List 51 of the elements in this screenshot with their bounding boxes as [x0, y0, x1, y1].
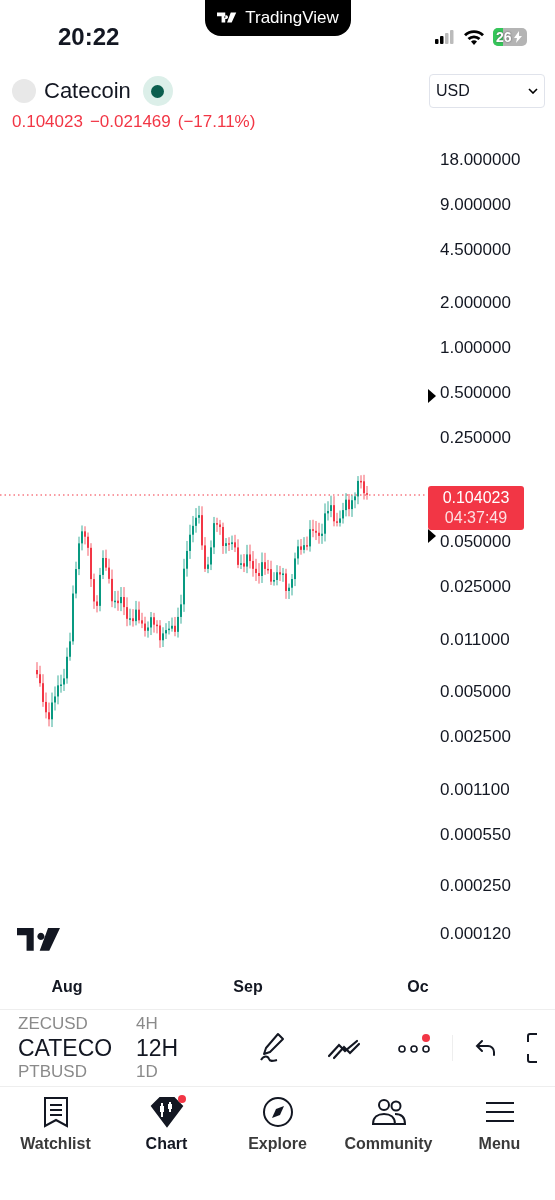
axis-label: 0.025000 — [440, 576, 511, 599]
axis-label: 0.050000 — [440, 531, 511, 554]
more-icon[interactable] — [398, 1042, 430, 1054]
undo-icon[interactable] — [475, 1039, 497, 1057]
axis-label: 0.000250 — [440, 875, 511, 898]
symbol-option[interactable]: CATECO — [18, 1035, 136, 1061]
triangle-icon — [428, 389, 436, 403]
axis-label: 2.000000 — [440, 291, 511, 314]
symbol-name: Catecoin — [44, 78, 131, 104]
axis-label: 0.002500 — [440, 725, 511, 748]
menu-icon — [484, 1100, 515, 1124]
axis-label: 0.011000 — [440, 629, 510, 652]
axis-label: 0.500000 — [440, 381, 511, 404]
bolt-icon — [513, 31, 522, 43]
candlestick-icon — [149, 1096, 184, 1128]
bookmark-list-icon — [41, 1096, 70, 1128]
price-text: 0.104023 — [12, 112, 83, 132]
axis-label: Aug — [50, 978, 84, 996]
change-text: −0.021469 — [89, 112, 171, 132]
triangle-icon — [428, 529, 436, 543]
axis-label: 18.000000 — [440, 149, 521, 172]
wifi-icon — [463, 29, 485, 45]
nav-tab[interactable]: Chart — [116, 1095, 217, 1153]
interval-option[interactable]: 12H — [136, 1035, 216, 1061]
change-percent: (−17.11%) — [177, 112, 256, 132]
axis-label: 1.000000 — [440, 336, 511, 359]
last-price-tag: 0.104023 04:37:49 — [428, 486, 524, 530]
axis-label: 0.250000 — [440, 426, 511, 449]
axis-label: Sep — [232, 978, 264, 996]
currency-select[interactable]: USD — [429, 74, 545, 108]
axis-label: 0.005000 — [440, 680, 511, 703]
fullscreen-icon[interactable] — [527, 1033, 539, 1063]
symbol-option[interactable]: PTBUSD — [18, 1064, 136, 1080]
axis-label: 0.000120 — [440, 922, 511, 945]
clock: 20:22 — [58, 23, 120, 51]
compass-icon — [261, 1096, 294, 1128]
nav-tab[interactable]: Menu — [449, 1095, 550, 1153]
axis-label: Oc — [406, 978, 430, 996]
axis-label: 0.001100 — [440, 778, 510, 801]
axis-label: 4.500000 — [440, 239, 511, 262]
logo-icon — [17, 928, 60, 952]
axis-label: 9.000000 — [440, 194, 511, 217]
caret-icon — [528, 88, 538, 94]
axis-label: 0.000550 — [440, 823, 511, 846]
status-dot-icon — [142, 76, 173, 106]
people-icon — [370, 1098, 407, 1126]
nav-tab[interactable]: Explore — [227, 1095, 328, 1153]
nav-tab[interactable]: Community — [338, 1095, 439, 1153]
nav-tab[interactable]: Watchlist — [5, 1095, 106, 1153]
app-banner: TradingView — [205, 0, 351, 36]
signal-icon — [435, 30, 455, 44]
